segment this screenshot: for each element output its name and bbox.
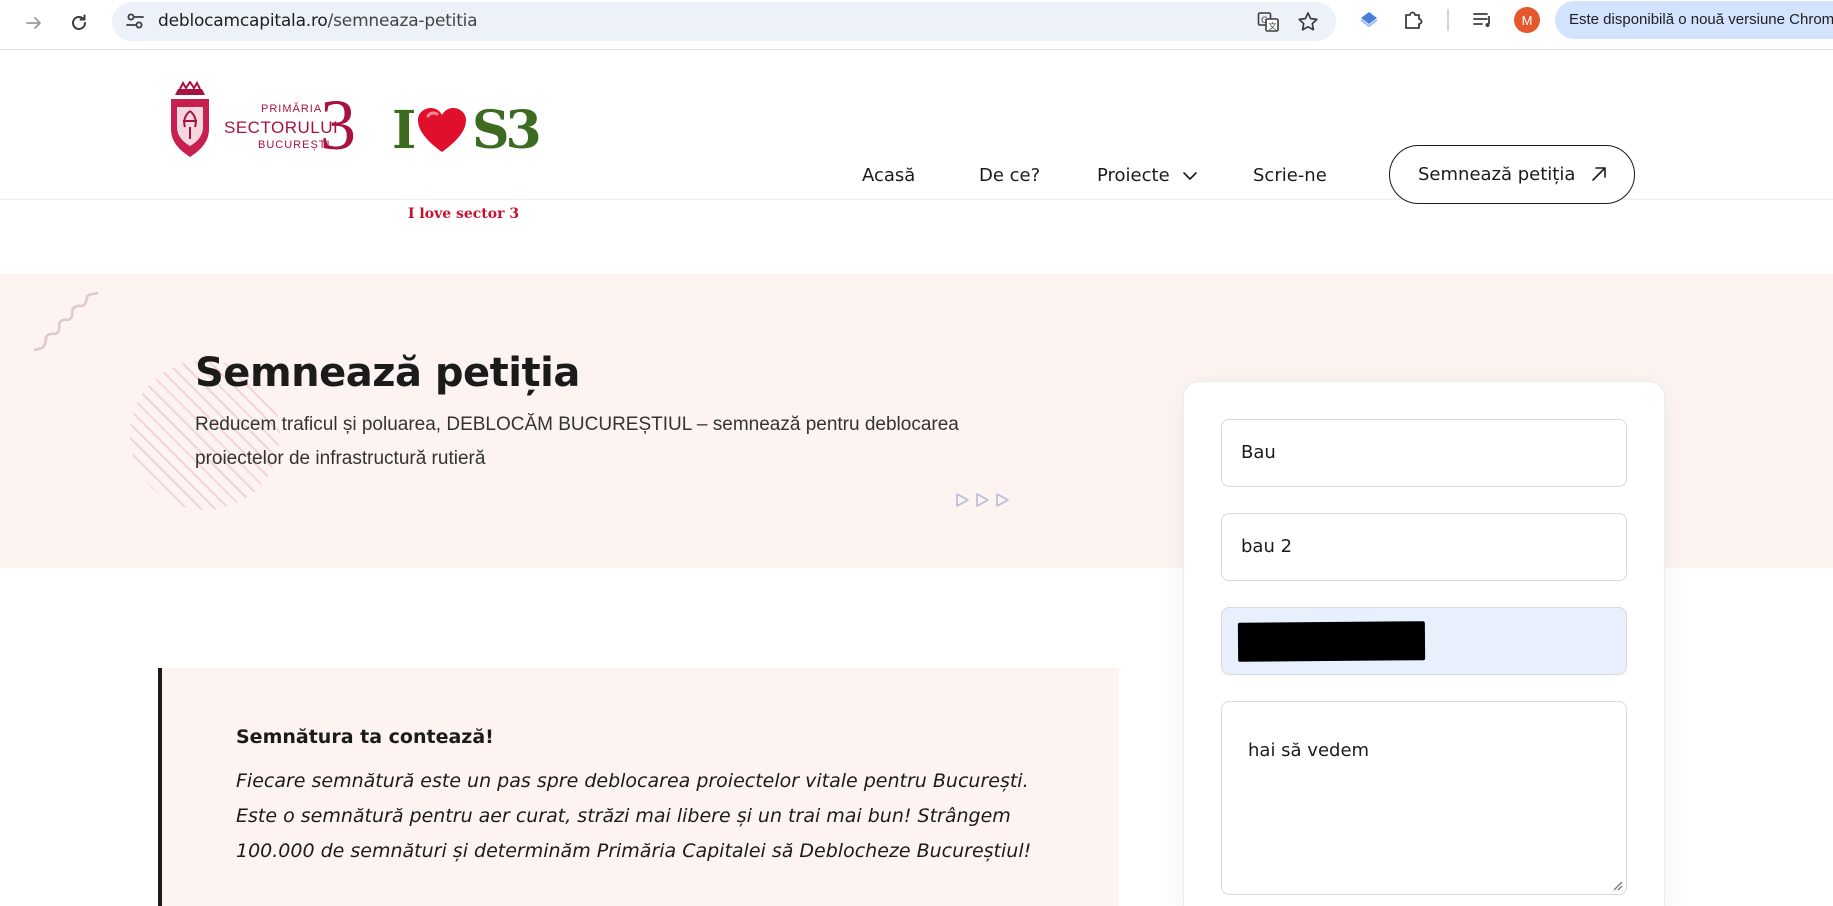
logo-i-letter: I [392,100,416,161]
bookmark-button[interactable] [1296,10,1320,38]
squiggle-decoration [33,292,99,352]
svg-text:文: 文 [1269,21,1277,31]
primaria-sector3-logo[interactable]: PRIMĂRIA SECTORULUI BUCUREȘTI 3 [165,81,356,166]
puzzle-icon [1405,11,1423,29]
toolbar-divider [1446,9,1450,35]
triple-play-decoration [956,493,1009,507]
page-title: Semnează petiția [195,350,580,396]
site-info-button[interactable] [124,10,146,36]
site-header: PRIMĂRIA SECTORULUI BUCUREȘTI 3 I S3 I l… [0,51,1833,222]
redacted-email-value [1237,621,1426,662]
message-textarea[interactable]: hai să vedem [1221,701,1627,895]
star-icon [1298,12,1318,31]
i-love-s3-logo[interactable]: I S3 [392,100,542,201]
sign-petition-label: Semnează petiția [1418,164,1576,185]
url-domain: deblocamcapitala.ro [158,11,328,31]
nav-projects[interactable]: Proiecte [1097,165,1170,186]
address-bar[interactable]: deblocamcapitala.ro/semneaza-petitia G文 [112,2,1336,41]
logo-number-three: 3 [320,85,356,165]
quote-title: Semnătura ta contează! [236,726,494,748]
sign-petition-button[interactable]: Semnează petiția [1389,145,1635,204]
resize-handle-icon[interactable] [1612,880,1623,891]
first-name-field[interactable]: Bau [1221,419,1627,487]
url-path: /semneaza-petitia [327,11,478,31]
nav-home[interactable]: Acasă [862,165,915,186]
last-name-field[interactable]: bau 2 [1221,513,1627,581]
browser-toolbar: deblocamcapitala.ro/semneaza-petitia G文 … [0,0,1833,50]
arrow-right-icon [26,17,41,29]
forward-button[interactable] [17,6,51,40]
queue-music-icon [1473,13,1490,27]
quote-body: Fiecare semnătură este un pas spre deblo… [236,770,1032,862]
translate-button[interactable]: G文 [1256,10,1280,38]
logo-primaria-word: PRIMĂRIA [261,103,323,115]
profile-avatar[interactable]: M [1514,7,1540,33]
chevron-down-icon[interactable] [1182,168,1198,188]
logo-tagline: I love sector 3 [408,206,520,222]
media-controls-button[interactable] [1470,7,1496,37]
url-text[interactable]: deblocamcapitala.ro/semneaza-petitia [158,11,478,31]
extension-diamond-icon [1360,12,1378,28]
page-subtitle: Reducem traficul și poluarea, DEBLOCĂM B… [195,414,959,469]
extensions-menu-button[interactable] [1401,7,1427,37]
reload-button[interactable] [62,6,96,40]
reload-icon [72,14,86,30]
update-notice-label: Este disponibilă o nouă versiune Chrom [1569,11,1833,28]
logo-s3-text: S3 [472,100,542,161]
nav-why[interactable]: De ce? [979,165,1040,186]
tune-icon [126,13,144,29]
translate-icon: G文 [1257,12,1279,32]
nav-contact[interactable]: Scrie-ne [1253,165,1327,186]
arrow-up-right-icon [1592,167,1606,181]
coat-of-arms-icon [171,81,209,157]
chrome-update-button[interactable]: Este disponibilă o nouă versiune Chrom [1555,1,1833,39]
heart-icon [418,108,466,152]
extension-button[interactable] [1356,7,1382,37]
